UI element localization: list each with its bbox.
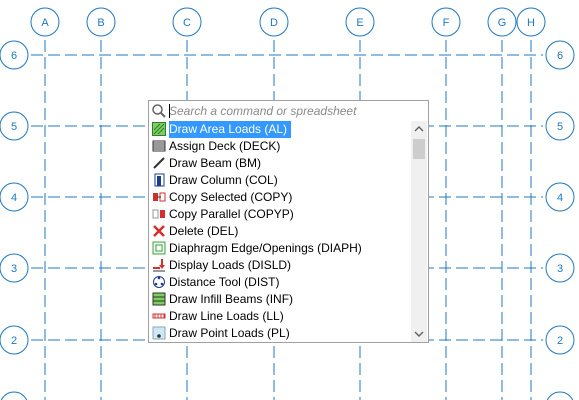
grid-bubble-f-label: F xyxy=(443,17,450,29)
command-item-label: Copy Parallel (COPYP) xyxy=(169,207,294,221)
grid-bubble-left-3-label: 3 xyxy=(11,263,17,275)
command-item[interactable]: Draw Column (COL) xyxy=(149,172,411,189)
diaphragm-icon xyxy=(152,241,166,255)
grid-bubble-g-label: G xyxy=(498,17,507,29)
grid-bubble-c[interactable]: C xyxy=(172,7,202,37)
distance-icon xyxy=(152,275,166,289)
grid-bubble-left-2-label: 2 xyxy=(11,335,17,347)
grid-bubble-h-label: H xyxy=(527,17,535,29)
command-item-label: Draw Line Loads (LL) xyxy=(169,309,284,323)
grid-bubble-e-label: E xyxy=(356,17,363,29)
deck-icon xyxy=(152,139,166,153)
grid-bubble-right-6[interactable]: 6 xyxy=(545,40,575,70)
command-item-label: Assign Deck (DECK) xyxy=(169,139,281,153)
command-item-label: Draw Beam (BM) xyxy=(169,156,262,170)
command-item[interactable]: Copy Parallel (COPYP) xyxy=(149,206,411,223)
scroll-up-arrow-icon[interactable] xyxy=(411,121,427,137)
grid-bubble-right-5-label: 5 xyxy=(557,121,563,133)
search-icon xyxy=(151,103,167,119)
display-loads-icon xyxy=(152,258,166,272)
grid-bubble-h[interactable]: H xyxy=(516,7,546,37)
command-item[interactable]: Distance Tool (DIST) xyxy=(149,274,411,291)
grid-bubble-b[interactable]: B xyxy=(86,7,116,37)
command-list: Draw Area Loads (AL) Assign Deck (DECK) Dr… xyxy=(149,121,411,343)
infill-beams-icon xyxy=(152,292,166,306)
command-search-input[interactable] xyxy=(169,103,419,119)
command-item-label: Draw Point Loads (PL) xyxy=(169,326,290,340)
grid-bubble-left-2[interactable]: 2 xyxy=(0,325,29,355)
grid-bubble-e[interactable]: E xyxy=(345,7,375,37)
grid-bubble-right-4[interactable]: 4 xyxy=(545,182,575,212)
grid-bubble-f[interactable]: F xyxy=(431,7,461,37)
copy-parallel-icon xyxy=(152,207,166,221)
grid-bubble-partial-left xyxy=(0,391,28,400)
grid-bubble-c-label: C xyxy=(183,17,191,29)
grid-bubble-a[interactable]: A xyxy=(30,7,60,37)
command-item[interactable]: Copy Selected (COPY) xyxy=(149,189,411,206)
command-item[interactable]: Draw Point Loads (PL) xyxy=(149,325,411,342)
grid-bubble-left-6-label: 6 xyxy=(11,50,17,62)
grid-bubble-right-2-label: 2 xyxy=(557,335,563,347)
point-load-icon xyxy=(152,326,166,340)
search-row xyxy=(149,101,428,121)
command-item-label: Delete (DEL) xyxy=(169,224,239,238)
command-item-label: Draw Column (COL) xyxy=(169,173,278,187)
grid-bubble-right-3[interactable]: 3 xyxy=(545,253,575,283)
command-item[interactable]: Draw Infill Beams (INF) xyxy=(149,291,411,308)
delete-icon xyxy=(152,224,166,238)
command-item-label: Draw Area Loads (AL) xyxy=(169,121,292,138)
command-search-popup: Draw Area Loads (AL)Assign Deck (DECK) Dr… xyxy=(148,100,429,343)
scroll-down-arrow-icon[interactable] xyxy=(411,326,427,342)
grid-bubble-left-5[interactable]: 5 xyxy=(0,111,29,141)
command-item[interactable]: Assign Deck (DECK) xyxy=(149,138,411,155)
line-load-icon xyxy=(152,309,166,323)
command-item-label: Draw Infill Beams (INF) xyxy=(169,292,294,306)
grid-bubble-right-4-label: 4 xyxy=(557,192,563,204)
grid-bubble-left-4[interactable]: 4 xyxy=(0,182,29,212)
grid-bubble-left-4-label: 4 xyxy=(11,192,17,204)
grid-bubble-left-6[interactable]: 6 xyxy=(0,40,29,70)
command-item-label: Diaphragm Edge/Openings (DIAPH) xyxy=(169,241,362,255)
grid-bubble-right-6-label: 6 xyxy=(557,50,563,62)
grid-bubble-g[interactable]: G xyxy=(487,7,517,37)
vertical-scrollbar[interactable] xyxy=(411,121,427,342)
beam-icon xyxy=(152,156,166,170)
grid-bubble-partial-right xyxy=(546,391,574,400)
command-item-label: Distance Tool (DIST) xyxy=(169,275,280,289)
grid-bubble-a-label: A xyxy=(41,17,49,29)
grid-bubble-right-3-label: 3 xyxy=(557,263,563,275)
grid-bubble-right-5[interactable]: 5 xyxy=(545,111,575,141)
command-item[interactable]: Draw Beam (BM) xyxy=(149,155,411,172)
column-icon xyxy=(152,173,166,187)
copy-icon xyxy=(152,190,166,204)
command-item[interactable]: Delete (DEL) xyxy=(149,223,411,240)
command-item[interactable]: Diaphragm Edge/Openings (DIAPH) xyxy=(149,240,411,257)
grid-bubble-left-5-label: 5 xyxy=(11,121,17,133)
grid-bubble-d-label: D xyxy=(270,17,278,29)
scroll-thumb[interactable] xyxy=(413,139,425,159)
command-item-label: Display Loads (DISLD) xyxy=(169,258,292,272)
area-load-icon xyxy=(152,122,166,136)
grid-bubble-d[interactable]: D xyxy=(259,7,289,37)
text-caret xyxy=(169,104,170,118)
command-item[interactable]: Draw Area Loads (AL) xyxy=(149,121,411,138)
command-item-label: Copy Selected (COPY) xyxy=(169,190,293,204)
command-item[interactable]: Display Loads (DISLD) xyxy=(149,257,411,274)
grid-bubble-right-2[interactable]: 2 xyxy=(545,325,575,355)
grid-bubble-b-label: B xyxy=(97,17,104,29)
command-item[interactable]: Draw Line Loads (LL) xyxy=(149,308,411,325)
grid-bubble-left-3[interactable]: 3 xyxy=(0,253,29,283)
